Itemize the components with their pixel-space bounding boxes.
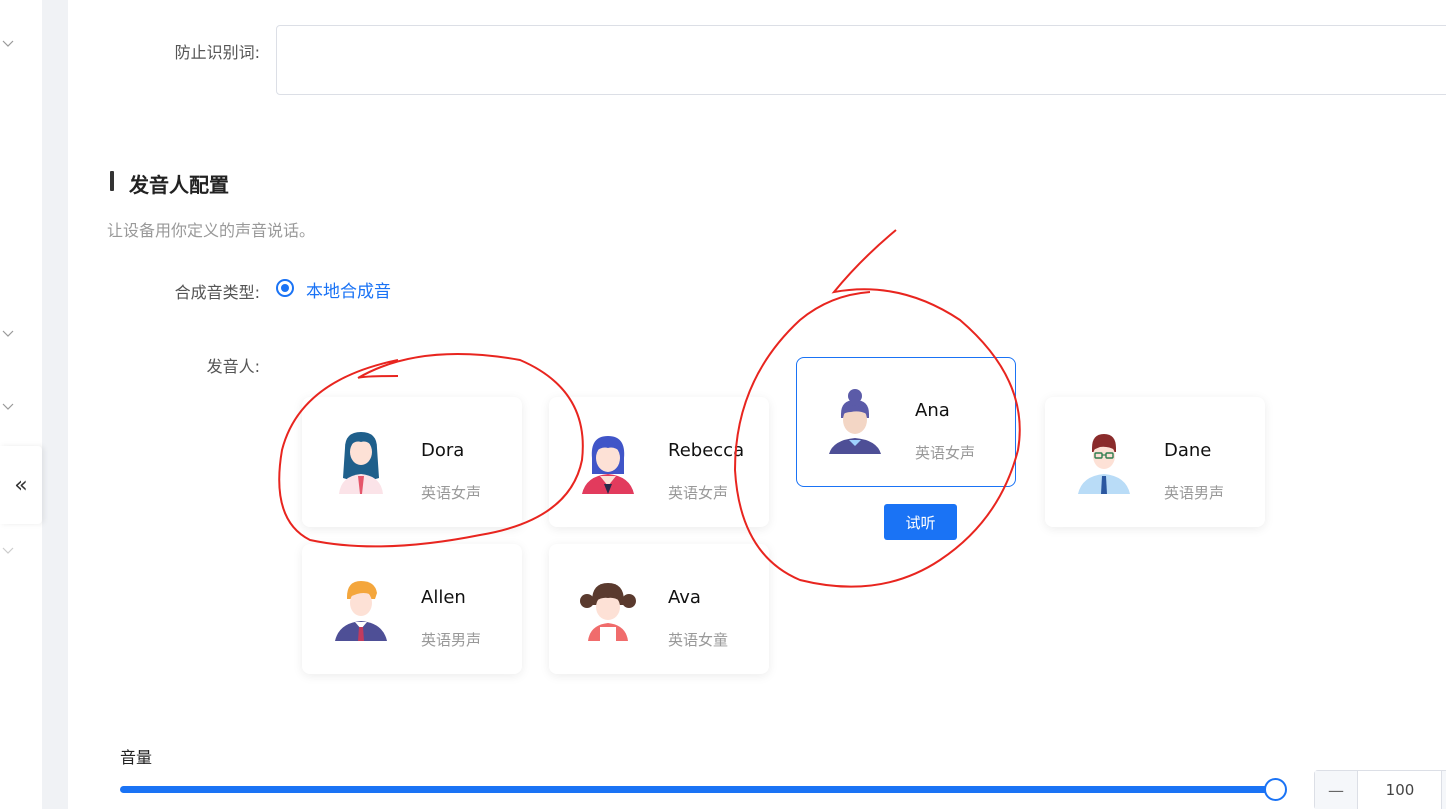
man-glasses-avatar bbox=[1078, 434, 1130, 494]
speaker-desc: 英语女声 bbox=[668, 484, 729, 502]
anti-recognition-label: 防止识别词: bbox=[174, 43, 260, 62]
speaker-card-ava[interactable]: Ava 英语女童 bbox=[549, 544, 769, 674]
collapse-sidebar-button[interactable]: « bbox=[0, 446, 42, 524]
volume-value-input[interactable]: 100 bbox=[1358, 771, 1442, 809]
chevron-down-icon[interactable] bbox=[2, 324, 14, 337]
man-orange-hair-avatar bbox=[335, 581, 387, 641]
speaker-name: Ana bbox=[915, 400, 950, 421]
speaker-card-dora[interactable]: Dora 英语女声 bbox=[302, 397, 522, 527]
volume-slider-thumb[interactable] bbox=[1264, 778, 1287, 801]
speaker-desc: 英语男声 bbox=[1164, 484, 1225, 502]
side-nav bbox=[0, 0, 42, 809]
speaker-desc: 英语男声 bbox=[421, 631, 482, 649]
speaker-card-ana[interactable]: Ana 英语女声 bbox=[796, 357, 1016, 487]
speaker-card-allen[interactable]: Allen 英语男声 bbox=[302, 544, 522, 674]
chevron-down-icon[interactable] bbox=[2, 34, 14, 47]
volume-decrease-button[interactable]: — bbox=[1315, 771, 1358, 809]
volume-stepper: — 100 bbox=[1314, 770, 1446, 809]
speaker-desc: 英语女声 bbox=[915, 444, 976, 462]
speaker-card-dane[interactable]: Dane 英语男声 bbox=[1045, 397, 1265, 527]
girl-pigtails-avatar bbox=[580, 583, 636, 641]
try-listen-button[interactable]: 试听 bbox=[884, 504, 957, 540]
synthesis-type-radio[interactable] bbox=[276, 279, 294, 297]
volume-label: 音量 bbox=[120, 748, 153, 767]
speaker-name: Dora bbox=[421, 440, 465, 461]
anti-recognition-textarea[interactable] bbox=[276, 25, 1446, 95]
speaker-name: Rebecca bbox=[668, 440, 745, 461]
woman-blue-hair-avatar bbox=[582, 436, 634, 494]
woman-bun-avatar bbox=[829, 389, 881, 454]
section-description: 让设备用你定义的声音说话。 bbox=[107, 221, 316, 240]
speaker-card-rebecca[interactable]: Rebecca 英语女声 bbox=[549, 397, 769, 527]
section-title: 发音人配置 bbox=[129, 173, 229, 197]
page-gutter bbox=[42, 0, 68, 809]
section-title-bar bbox=[110, 171, 114, 191]
volume-slider-track[interactable] bbox=[120, 786, 1275, 793]
speaker-name: Allen bbox=[421, 587, 466, 608]
speaker-desc: 英语女声 bbox=[421, 484, 482, 502]
synthesis-type-label: 合成音类型: bbox=[174, 283, 260, 302]
speaker-name: Dane bbox=[1164, 440, 1212, 461]
speaker-name: Ava bbox=[668, 587, 701, 608]
synthesis-type-option-label[interactable]: 本地合成音 bbox=[306, 277, 391, 302]
clipped-row-remnant bbox=[160, 0, 860, 4]
speaker-label: 发音人: bbox=[206, 357, 260, 376]
chevron-down-icon[interactable] bbox=[2, 541, 14, 554]
speaker-desc: 英语女童 bbox=[668, 631, 729, 649]
volume-increase-button[interactable] bbox=[1441, 771, 1446, 809]
chevron-down-icon[interactable] bbox=[2, 397, 14, 410]
woman-long-hair-avatar bbox=[339, 432, 383, 494]
